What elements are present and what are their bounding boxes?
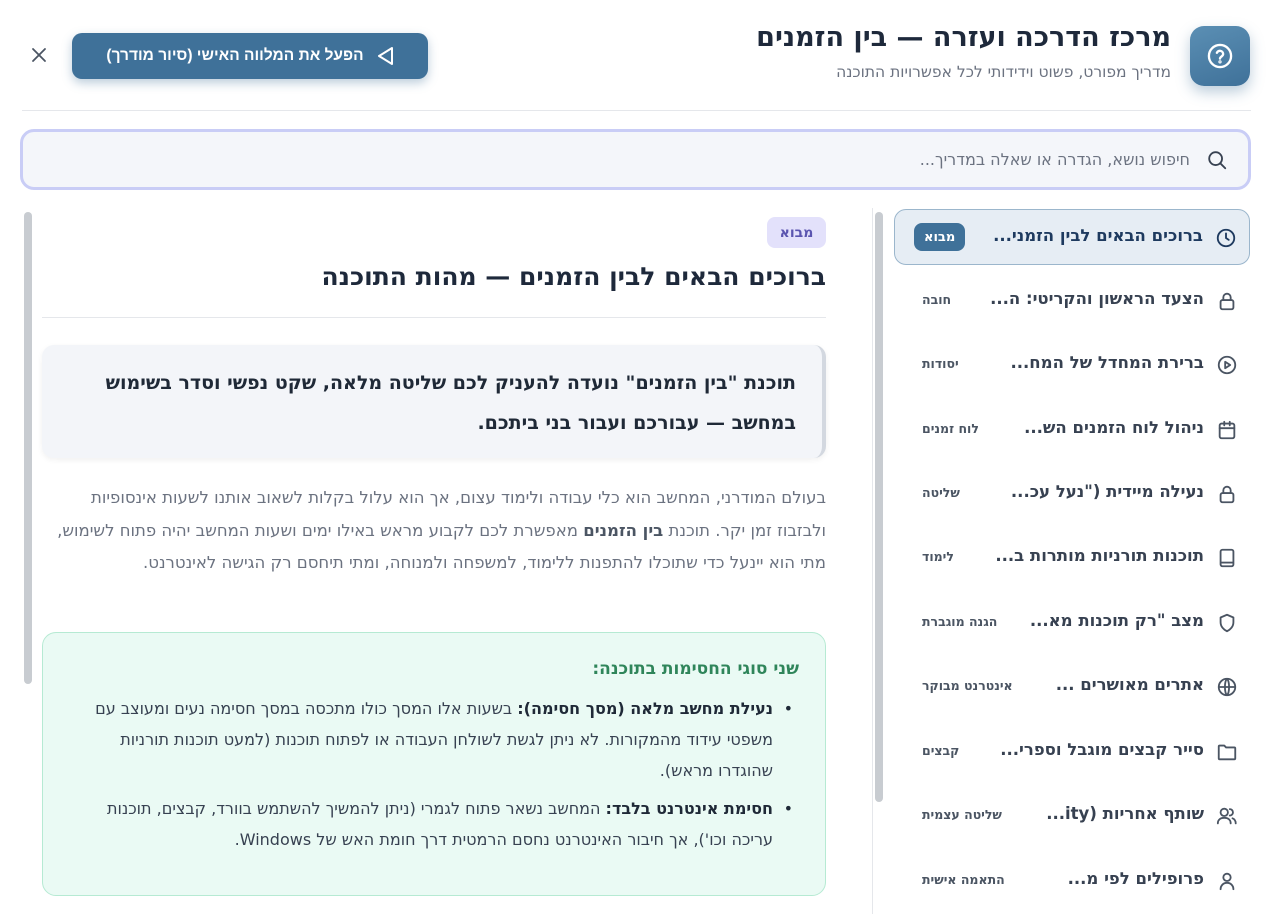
sidebar-item-tag: התאמה אישית (922, 872, 1005, 887)
bullet-bold: חסימת אינטרנט בלבד: (605, 799, 773, 818)
lead-app-name: בין הזמנים (635, 372, 728, 394)
help-circle-icon (1190, 26, 1250, 86)
page-title: מרכז הדרכה ועזרה — בין הזמנים (756, 22, 1171, 53)
sidebar-item-instant-lock[interactable]: נעילה מיידית ("נעל עכ... שליטה (894, 466, 1250, 522)
sidebar-item-label: מצב "רק תוכנות מא... (1029, 611, 1204, 630)
sidebar-item-label: סייר קבצים מוגבל וספרי... (1000, 740, 1204, 759)
close-icon (32, 48, 46, 62)
user-icon (1214, 868, 1240, 894)
sidebar-item-label: נעילה מיידית ("נעל עכ... (1010, 482, 1204, 501)
sidebar-item-label: אתרים מאושרים ... (1055, 675, 1204, 694)
search-icon (1208, 151, 1227, 170)
sidebar-item-label: ניהול לוח הזמנים הש... (1024, 418, 1204, 437)
content-scrollbar[interactable] (24, 212, 32, 684)
sidebar-item-approved-apps-only[interactable]: מצב "רק תוכנות מא... הגנה מוגברת (894, 595, 1250, 651)
lock-icon (1214, 481, 1240, 507)
sidebar-item-approved-sites[interactable]: אתרים מאושרים ... אינטרנט מבוקר (894, 659, 1250, 715)
content-title: ברוכים הבאים לבין הזמנים — מהות התוכנה (321, 262, 826, 291)
sidebar-item-tag: קבצים (922, 743, 960, 758)
header-divider (22, 110, 1251, 111)
section-chip: מבוא (767, 217, 826, 248)
sidebar-item-label: ברוכים הבאים לבין הזמני... (993, 226, 1203, 245)
block-types-title: שני סוגי החסימות בתוכנה: (592, 659, 799, 679)
intro-app-name: בין הזמנים (583, 520, 664, 540)
sidebar-item-label: ברירת המחדל של המח... (1010, 353, 1205, 372)
sidebar-item-label: תוכנות תורניות מותרות ב... (995, 546, 1204, 565)
sidebar-item-torah-apps[interactable]: תוכנות תורניות מותרות ב... לימוד (894, 530, 1250, 586)
sidebar-item-tag: לימוד (922, 549, 954, 564)
sidebar-item-label: פרופילים לפי מ... (1067, 869, 1204, 888)
sidebar-item-file-explorer[interactable]: סייר קבצים מוגבל וספרי... קבצים (894, 724, 1250, 780)
sidebar-item-badge: מבוא (914, 223, 966, 251)
close-button[interactable] (26, 42, 52, 68)
content-divider (42, 317, 826, 318)
clock-icon (1213, 225, 1239, 251)
sidebar: ברוכים הבאים לבין הזמני... מבוא הצעד הרא… (880, 208, 1252, 914)
sidebar-item-tag: הגנה מוגברת (922, 614, 998, 629)
play-circle-icon (1214, 352, 1240, 378)
sidebar-item-tag: אינטרנט מבוקר (922, 678, 1013, 693)
sidebar-item-tag: חובה (922, 292, 952, 307)
sidebar-item-tag: שליטה עצמית (922, 807, 1002, 822)
bullet-bold: נעילת מחשב מלאה (מסך חסימה): (517, 699, 773, 718)
lead-text: תוכנת "בין הזמנים" נועדה להעניק לכם שליט… (56, 363, 796, 443)
search-bar (20, 129, 1251, 190)
lead-callout: תוכנת "בין הזמנים" נועדה להעניק לכם שליט… (42, 345, 826, 458)
page-subtitle: מדריך מפורט, פשוט וידידותי לכל אפשרויות … (836, 63, 1171, 81)
sidebar-item-default-mode[interactable]: ברירת המחדל של המח... יסודות (894, 337, 1250, 393)
play-icon (377, 47, 393, 65)
start-guided-tour-button[interactable]: הפעל את המלווה האישי (סיור מודרך) (72, 33, 428, 79)
folder-icon (1214, 739, 1240, 765)
globe-icon (1214, 674, 1240, 700)
lead-prefix: תוכנת " (727, 372, 796, 394)
sidebar-item-tag: יסודות (922, 356, 959, 371)
bullet-full-lock: נעילת מחשב מלאה (מסך חסימה): בשעות אלו ה… (73, 693, 793, 786)
sidebar-item-label: הצעד הראשון והקריטי: ה... (990, 289, 1204, 308)
sidebar-item-welcome[interactable]: ברוכים הבאים לבין הזמני... מבוא (894, 209, 1250, 265)
shield-icon (1214, 610, 1240, 636)
calendar-icon (1214, 417, 1240, 443)
header: מרכז הדרכה ועזרה — בין הזמנים מדריך מפור… (0, 0, 1281, 110)
tour-button-label: הפעל את המלווה האישי (סיור מודרך) (106, 47, 364, 64)
sidebar-item-accountability-partner[interactable]: שותף אחריות (ity... שליטה עצמית (894, 788, 1250, 844)
sidebar-item-profiles[interactable]: פרופילים לפי מ... התאמה אישית (894, 853, 1250, 909)
users-icon (1214, 803, 1240, 829)
intro-paragraph: בעולם המודרני, המחשב הוא כלי עבודה ולימו… (42, 482, 826, 580)
lock-icon (1214, 288, 1240, 314)
block-types-box: שני סוגי החסימות בתוכנה: נעילת מחשב מלאה… (42, 632, 826, 896)
sidebar-item-tag: שליטה (922, 485, 960, 500)
sidebar-item-tag: לוח זמנים (922, 421, 979, 436)
bullet-internet-block: חסימת אינטרנט בלבד: המחשב נשאר פתוח לגמר… (73, 793, 793, 855)
sidebar-item-schedule[interactable]: ניהול לוח הזמנים הש... לוח זמנים (894, 402, 1250, 458)
sidebar-item-first-step[interactable]: הצעד הראשון והקריטי: ה... חובה (894, 273, 1250, 329)
sidebar-divider (872, 208, 873, 914)
search-input[interactable] (60, 132, 1190, 187)
book-icon (1214, 545, 1240, 571)
sidebar-item-label: שותף אחריות (ity... (1046, 804, 1204, 823)
